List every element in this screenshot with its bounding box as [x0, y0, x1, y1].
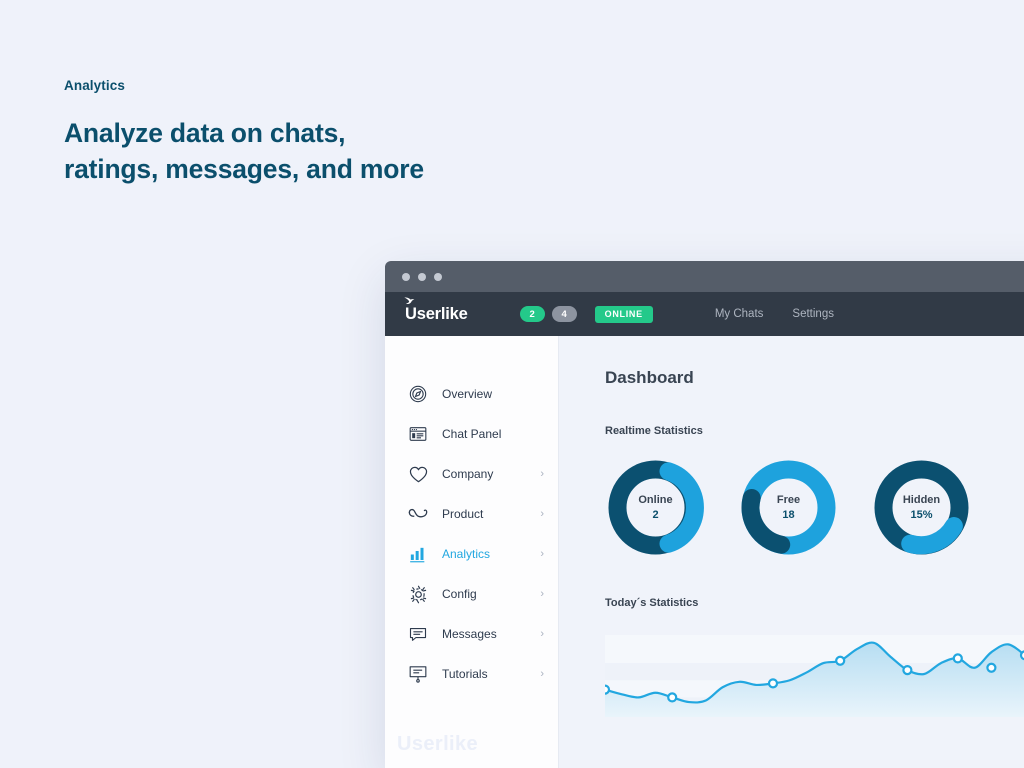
browser-window: Userlike 2 4 ONLINE My Chats Settings Ov… [385, 261, 1024, 768]
chart-data-point[interactable] [952, 653, 963, 664]
browser-icon [407, 423, 429, 445]
chevron-right-icon: › [540, 587, 544, 600]
donut-online-name: Online [638, 494, 673, 506]
badge-active-chats[interactable]: 2 [519, 306, 545, 322]
donut-hidden-name: Hidden [902, 494, 941, 506]
heart-icon [407, 463, 429, 485]
sidebar-item-messages[interactable]: Messages › [385, 614, 558, 654]
chart-data-point[interactable] [599, 684, 611, 695]
chevron-right-icon: › [540, 547, 544, 560]
userlike-logo[interactable]: Userlike [404, 297, 468, 324]
window-titlebar [385, 261, 1024, 292]
chart-data-point[interactable] [667, 692, 678, 703]
window-close-dot[interactable] [402, 272, 410, 281]
gear-icon [407, 583, 429, 605]
donut-hidden-label: Hidden 15% [871, 457, 972, 558]
chevron-right-icon: › [540, 507, 544, 520]
chart-data-point[interactable] [835, 655, 846, 666]
dashboard-content: Dashboard Realtime Statistics Online 2 F… [559, 336, 1024, 768]
bar-chart-icon [407, 543, 429, 565]
chart-data-point[interactable] [767, 678, 779, 689]
hero-block: Analytics Analyze data on chats, ratings… [64, 78, 624, 187]
chevron-right-icon: › [540, 467, 544, 480]
sidebar-item-chat-panel[interactable]: Chat Panel [385, 414, 558, 454]
sidebar-item-overview[interactable]: Overview [385, 374, 558, 414]
donut-free-label: Free 18 [738, 457, 839, 558]
sidebar-item-label: Company [442, 467, 494, 481]
chevron-right-icon: › [540, 667, 544, 680]
dashboard-title: Dashboard [605, 368, 694, 387]
hero-eyebrow: Analytics [64, 78, 125, 93]
app-body: Overview Chat Panel Company › Product › … [385, 336, 1024, 768]
bird-icon [404, 297, 415, 304]
today-statistics-title: Today´s Statistics [605, 597, 699, 609]
sidebar-item-label: Messages [442, 627, 497, 641]
realtime-donut-group: Online 2 Free 18 Hidden 15% [605, 457, 1024, 558]
sidebar-item-tutorials[interactable]: Tutorials › [385, 654, 558, 694]
message-icon [407, 623, 429, 645]
sidebar-item-label: Product [442, 507, 484, 521]
donut-free-value: 18 [782, 509, 795, 521]
app-header: Userlike 2 4 ONLINE My Chats Settings [385, 292, 1024, 336]
sidebar-watermark: Userlike [397, 733, 479, 755]
userlike-logo-text: Userlike [405, 304, 468, 323]
sidebar-item-label: Tutorials [442, 667, 488, 681]
sidebar-item-label: Analytics [442, 547, 491, 561]
donut-hidden-value: 15% [910, 509, 933, 521]
hero-title-line-1: Analyze data on chats, [64, 118, 346, 148]
sidebar-item-label: Overview [442, 387, 493, 401]
donut-free-name: Free [776, 494, 801, 506]
donut-chart-free[interactable]: Free 18 [738, 457, 839, 558]
header-badges: 2 4 [519, 306, 577, 322]
donut-chart-hidden[interactable]: Hidden 15% [871, 457, 972, 558]
sidebar-item-analytics[interactable]: Analytics › [385, 534, 558, 574]
donut-chart-online[interactable]: Online 2 [605, 457, 706, 558]
status-badge[interactable]: ONLINE [594, 305, 653, 323]
sidebar-item-product[interactable]: Product › [385, 494, 558, 534]
today-statistics-chart[interactable] [599, 629, 1024, 717]
window-minimize-dot[interactable] [418, 272, 426, 281]
sidebar: Overview Chat Panel Company › Product › … [385, 336, 559, 768]
window-maximize-dot[interactable] [434, 272, 442, 281]
nav-settings[interactable]: Settings [792, 308, 834, 320]
area-chart-svg [599, 635, 1024, 717]
ribbon-icon [407, 503, 429, 525]
realtime-statistics-title: Realtime Statistics [605, 425, 703, 437]
donut-online-label: Online 2 [605, 457, 706, 558]
compass-icon [407, 383, 429, 405]
easel-icon [407, 663, 429, 685]
chart-data-point[interactable] [986, 662, 997, 673]
sidebar-item-config[interactable]: Config › [385, 574, 558, 614]
sidebar-item-label: Chat Panel [442, 427, 502, 441]
page-title: Analyze data on chats, ratings, messages… [64, 115, 624, 187]
sidebar-item-company[interactable]: Company › [385, 454, 558, 494]
donut-online-value: 2 [652, 509, 659, 521]
hero-title-line-2: ratings, messages, and more [64, 154, 424, 185]
sidebar-item-label: Config [442, 587, 477, 601]
badge-waiting-chats[interactable]: 4 [551, 306, 577, 322]
chart-data-point[interactable] [902, 664, 913, 676]
nav-my-chats[interactable]: My Chats [715, 308, 764, 320]
chevron-right-icon: › [540, 627, 544, 640]
